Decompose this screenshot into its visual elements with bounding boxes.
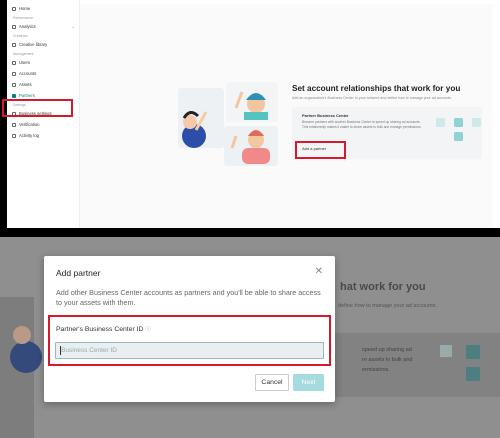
cancel-button[interactable]: Cancel bbox=[255, 374, 289, 391]
sidebar-item-verification[interactable]: Verification bbox=[7, 119, 79, 130]
partners-icon bbox=[12, 93, 16, 98]
sidebar-item-home[interactable]: Home bbox=[7, 3, 79, 14]
sidebar-item-accounts[interactable]: Accounts bbox=[7, 68, 79, 79]
sidebar-item-users[interactable]: Users bbox=[7, 57, 79, 68]
sidebar-item-label: Accounts bbox=[19, 71, 37, 76]
modal-description: Add other Business Center accounts as pa… bbox=[56, 288, 321, 307]
background-subtitle: define how to manage your ad accounts. bbox=[338, 303, 438, 309]
background-text: ermissions. bbox=[362, 367, 390, 373]
text-cursor bbox=[60, 346, 61, 355]
network-node bbox=[472, 118, 481, 127]
creative-library-icon bbox=[12, 42, 16, 47]
sidebar-item-label: Home bbox=[19, 6, 31, 11]
sidebar-item-label: Creative library bbox=[19, 42, 48, 47]
sidebar-item-label: Verification bbox=[19, 122, 40, 127]
partners-illustration bbox=[178, 82, 278, 166]
home-icon bbox=[12, 6, 16, 11]
network-node bbox=[436, 118, 445, 127]
next-button[interactable]: Next bbox=[293, 374, 324, 391]
assets-icon bbox=[12, 82, 16, 87]
sidebar-item-activity-log[interactable]: Activity log bbox=[7, 130, 79, 141]
accounts-icon bbox=[12, 71, 16, 76]
top-screenshot: Home Performance Analytics ⌄ Creatives C… bbox=[0, 0, 500, 228]
network-node bbox=[440, 345, 452, 357]
activity-log-icon bbox=[12, 133, 16, 138]
partners-highlight-box bbox=[2, 99, 73, 117]
sidebar-item-label: Partners bbox=[19, 93, 35, 98]
card-title: Partner Business Center bbox=[302, 113, 349, 118]
info-icon: ⓘ bbox=[145, 327, 151, 333]
chevron-down-icon: ⌄ bbox=[71, 24, 75, 29]
network-node bbox=[466, 367, 480, 381]
network-node bbox=[454, 118, 463, 127]
users-icon bbox=[12, 60, 16, 65]
page-subtitle: Add an organization's Business Center to… bbox=[292, 96, 453, 100]
network-node bbox=[454, 132, 463, 141]
close-icon[interactable]: ✕ bbox=[315, 266, 323, 277]
sidebar-item-assets[interactable]: Assets bbox=[7, 79, 79, 90]
business-center-id-input[interactable] bbox=[55, 342, 324, 359]
verification-icon bbox=[12, 122, 16, 127]
background-title: hat work for you bbox=[340, 281, 426, 293]
partner-id-label-text: Partner's Business Center ID bbox=[56, 326, 144, 333]
background-text: re assets in bulk and bbox=[362, 357, 413, 363]
section-creatives: Creatives bbox=[13, 34, 28, 38]
screenshot-divider bbox=[0, 228, 500, 237]
sidebar-item-label: Activity log bbox=[19, 133, 40, 138]
sidebar-item-label: Assets bbox=[19, 82, 32, 87]
add-partner-highlight-box bbox=[295, 141, 346, 159]
section-management: Management bbox=[13, 52, 34, 56]
background-card bbox=[320, 333, 500, 397]
card-description: Become partners with another Business Ce… bbox=[302, 120, 422, 129]
network-node bbox=[466, 345, 480, 359]
partner-id-label: Partner's Business Center ID ⓘ bbox=[56, 325, 151, 333]
analytics-icon bbox=[12, 24, 16, 29]
sidebar-item-creative-library[interactable]: Creative library bbox=[7, 39, 79, 50]
sidebar-item-analytics[interactable]: Analytics ⌄ bbox=[7, 21, 79, 32]
page-title: Set account relationships that work for … bbox=[292, 84, 461, 93]
sidebar-item-label: Analytics bbox=[19, 24, 36, 29]
section-performance: Performance bbox=[13, 16, 34, 20]
background-illustration bbox=[10, 326, 42, 373]
sidebar-item-label: Users bbox=[19, 60, 30, 65]
background-text: speed up sharing ad bbox=[362, 347, 412, 353]
modal-title: Add partner bbox=[56, 268, 101, 278]
